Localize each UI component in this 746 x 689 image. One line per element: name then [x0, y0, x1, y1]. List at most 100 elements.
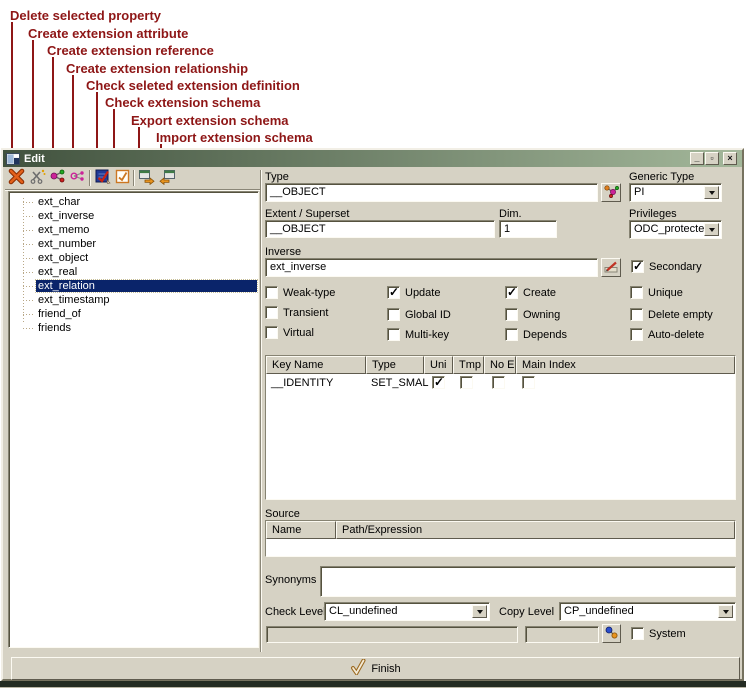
key-type-cell: SET_SMAL [371, 377, 428, 389]
edit-inverse-button[interactable] [601, 258, 621, 277]
delete-property-button[interactable] [7, 169, 25, 187]
key-table-header-no-e[interactable]: No E [484, 356, 516, 374]
unique-checkbox[interactable]: Unique [630, 286, 683, 299]
global-id-checkbox[interactable]: Global ID [387, 308, 451, 321]
tmp-cell-checkbox[interactable] [460, 376, 473, 389]
minimize-button[interactable]: _ [690, 152, 704, 165]
synonyms-field[interactable] [320, 566, 736, 597]
tree-item[interactable]: friend_of [17, 307, 83, 321]
tree-item[interactable]: ext_memo [17, 223, 91, 237]
generic-type-dropdown[interactable]: PI [629, 183, 722, 202]
key-table-header-type[interactable]: Type [366, 356, 424, 374]
transient-checkbox[interactable]: Transient [265, 306, 328, 319]
generic-type-label: Generic Type [629, 171, 694, 183]
create-attribute-icon [29, 168, 46, 188]
key-table-header-main-index[interactable]: Main Index [516, 356, 735, 374]
key-table-header-tmp[interactable]: Tmp [453, 356, 484, 374]
dropdown-arrow-icon[interactable] [704, 223, 719, 236]
finish-button[interactable]: Finish [11, 657, 740, 680]
inverse-field[interactable]: ext_inverse [265, 258, 598, 277]
check-definition-icon [94, 168, 111, 188]
source-header-name[interactable]: Name [266, 521, 336, 539]
dim-label: Dim. [499, 208, 522, 220]
create-relationship-button[interactable] [68, 169, 86, 187]
tree-item[interactable]: ext_char [17, 195, 82, 209]
tree-item[interactable]: ext_real [17, 265, 79, 279]
synonyms-label: Synonyms [265, 574, 316, 586]
privileges-dropdown[interactable]: ODC_protected [629, 220, 722, 239]
dropdown-arrow-icon[interactable] [704, 186, 719, 199]
main-index-cell-checkbox[interactable] [522, 376, 535, 389]
source-label: Source [265, 508, 300, 520]
secondary-checkbox[interactable]: Secondary [631, 260, 702, 273]
tree-item-selected[interactable]: ext_relation [17, 279, 257, 293]
property-tree[interactable]: ext_char ext_inverse ext_memo ext_number… [8, 191, 259, 648]
tree-item[interactable]: ext_timestamp [17, 293, 112, 307]
link-balls-icon [604, 625, 619, 643]
owning-checkbox[interactable]: Owning [505, 308, 560, 321]
create-relationship-icon [69, 168, 86, 188]
import-schema-icon [159, 168, 176, 188]
tree-item[interactable]: friends [17, 321, 73, 335]
delete-empty-checkbox[interactable]: Delete empty [630, 308, 713, 321]
export-schema-icon [138, 168, 155, 188]
screenshot-root: Delete selected property Create extensio… [0, 0, 746, 689]
finish-check-icon [350, 659, 366, 678]
annotation-import-schema: Import extension schema [156, 130, 313, 145]
virtual-checkbox[interactable]: Virtual [265, 326, 314, 339]
copy-level-label: Copy Level [499, 606, 554, 618]
key-table-header-uni[interactable]: Uni [424, 356, 453, 374]
extent-field[interactable]: __OBJECT [265, 220, 495, 238]
dropdown-arrow-icon[interactable] [718, 605, 733, 618]
pencil-pad-icon [603, 259, 619, 277]
title-bar[interactable]: Edit _ ▫ × [3, 150, 742, 167]
multi-key-checkbox[interactable]: Multi-key [387, 328, 449, 341]
source-empty-row[interactable] [266, 539, 735, 556]
link-lookup-button[interactable] [602, 624, 621, 643]
window-title: Edit [24, 153, 45, 165]
check-level-dropdown[interactable]: CL_undefined [324, 602, 490, 621]
annotation-create-reference: Create extension reference [47, 43, 214, 58]
auto-delete-checkbox[interactable]: Auto-delete [630, 328, 704, 341]
annotation-export-schema: Export extension schema [131, 113, 289, 128]
check-schema-button[interactable] [113, 169, 131, 187]
window-bottom-edge [0, 681, 746, 688]
maximize-button[interactable]: ▫ [705, 152, 719, 165]
import-schema-button[interactable] [158, 169, 176, 187]
readonly-field-2 [525, 626, 599, 643]
key-table-row[interactable]: __IDENTITY SET_SMAL [266, 374, 735, 392]
check-definition-button[interactable] [93, 169, 111, 187]
edit-window: Edit _ ▫ × [1, 148, 744, 681]
callout-line [11, 22, 13, 169]
dim-field[interactable]: 1 [499, 220, 557, 238]
readonly-field-1 [266, 626, 518, 643]
delete-property-icon [8, 168, 25, 188]
select-type-button[interactable] [601, 183, 621, 202]
copy-level-dropdown[interactable]: CP_undefined [559, 602, 736, 621]
extent-label: Extent / Superset [265, 208, 349, 220]
close-button[interactable]: × [723, 152, 737, 165]
check-level-label: Check Level [265, 606, 326, 618]
export-schema-button[interactable] [137, 169, 155, 187]
key-table-header-key-name[interactable]: Key Name [266, 356, 366, 374]
type-field[interactable]: __OBJECT [265, 183, 598, 202]
inverse-label: Inverse [265, 246, 301, 258]
tree-item[interactable]: ext_inverse [17, 209, 96, 223]
create-reference-button[interactable] [48, 169, 66, 187]
dropdown-arrow-icon[interactable] [472, 605, 487, 618]
window-icon [6, 153, 20, 165]
uni-cell-checkbox[interactable] [432, 376, 445, 389]
system-checkbox[interactable]: System [631, 627, 686, 640]
create-attribute-button[interactable] [28, 169, 46, 187]
update-checkbox[interactable]: Update [387, 286, 440, 299]
privileges-label: Privileges [629, 208, 677, 220]
source-header-path[interactable]: Path/Expression [336, 521, 735, 539]
check-schema-icon [114, 168, 131, 188]
toolbar-separator [133, 170, 135, 186]
depends-checkbox[interactable]: Depends [505, 328, 567, 341]
no-e-cell-checkbox[interactable] [492, 376, 505, 389]
tree-item[interactable]: ext_number [17, 237, 98, 251]
create-checkbox[interactable]: Create [505, 286, 556, 299]
weak-type-checkbox[interactable]: Weak-type [265, 286, 335, 299]
tree-item[interactable]: ext_object [17, 251, 90, 265]
